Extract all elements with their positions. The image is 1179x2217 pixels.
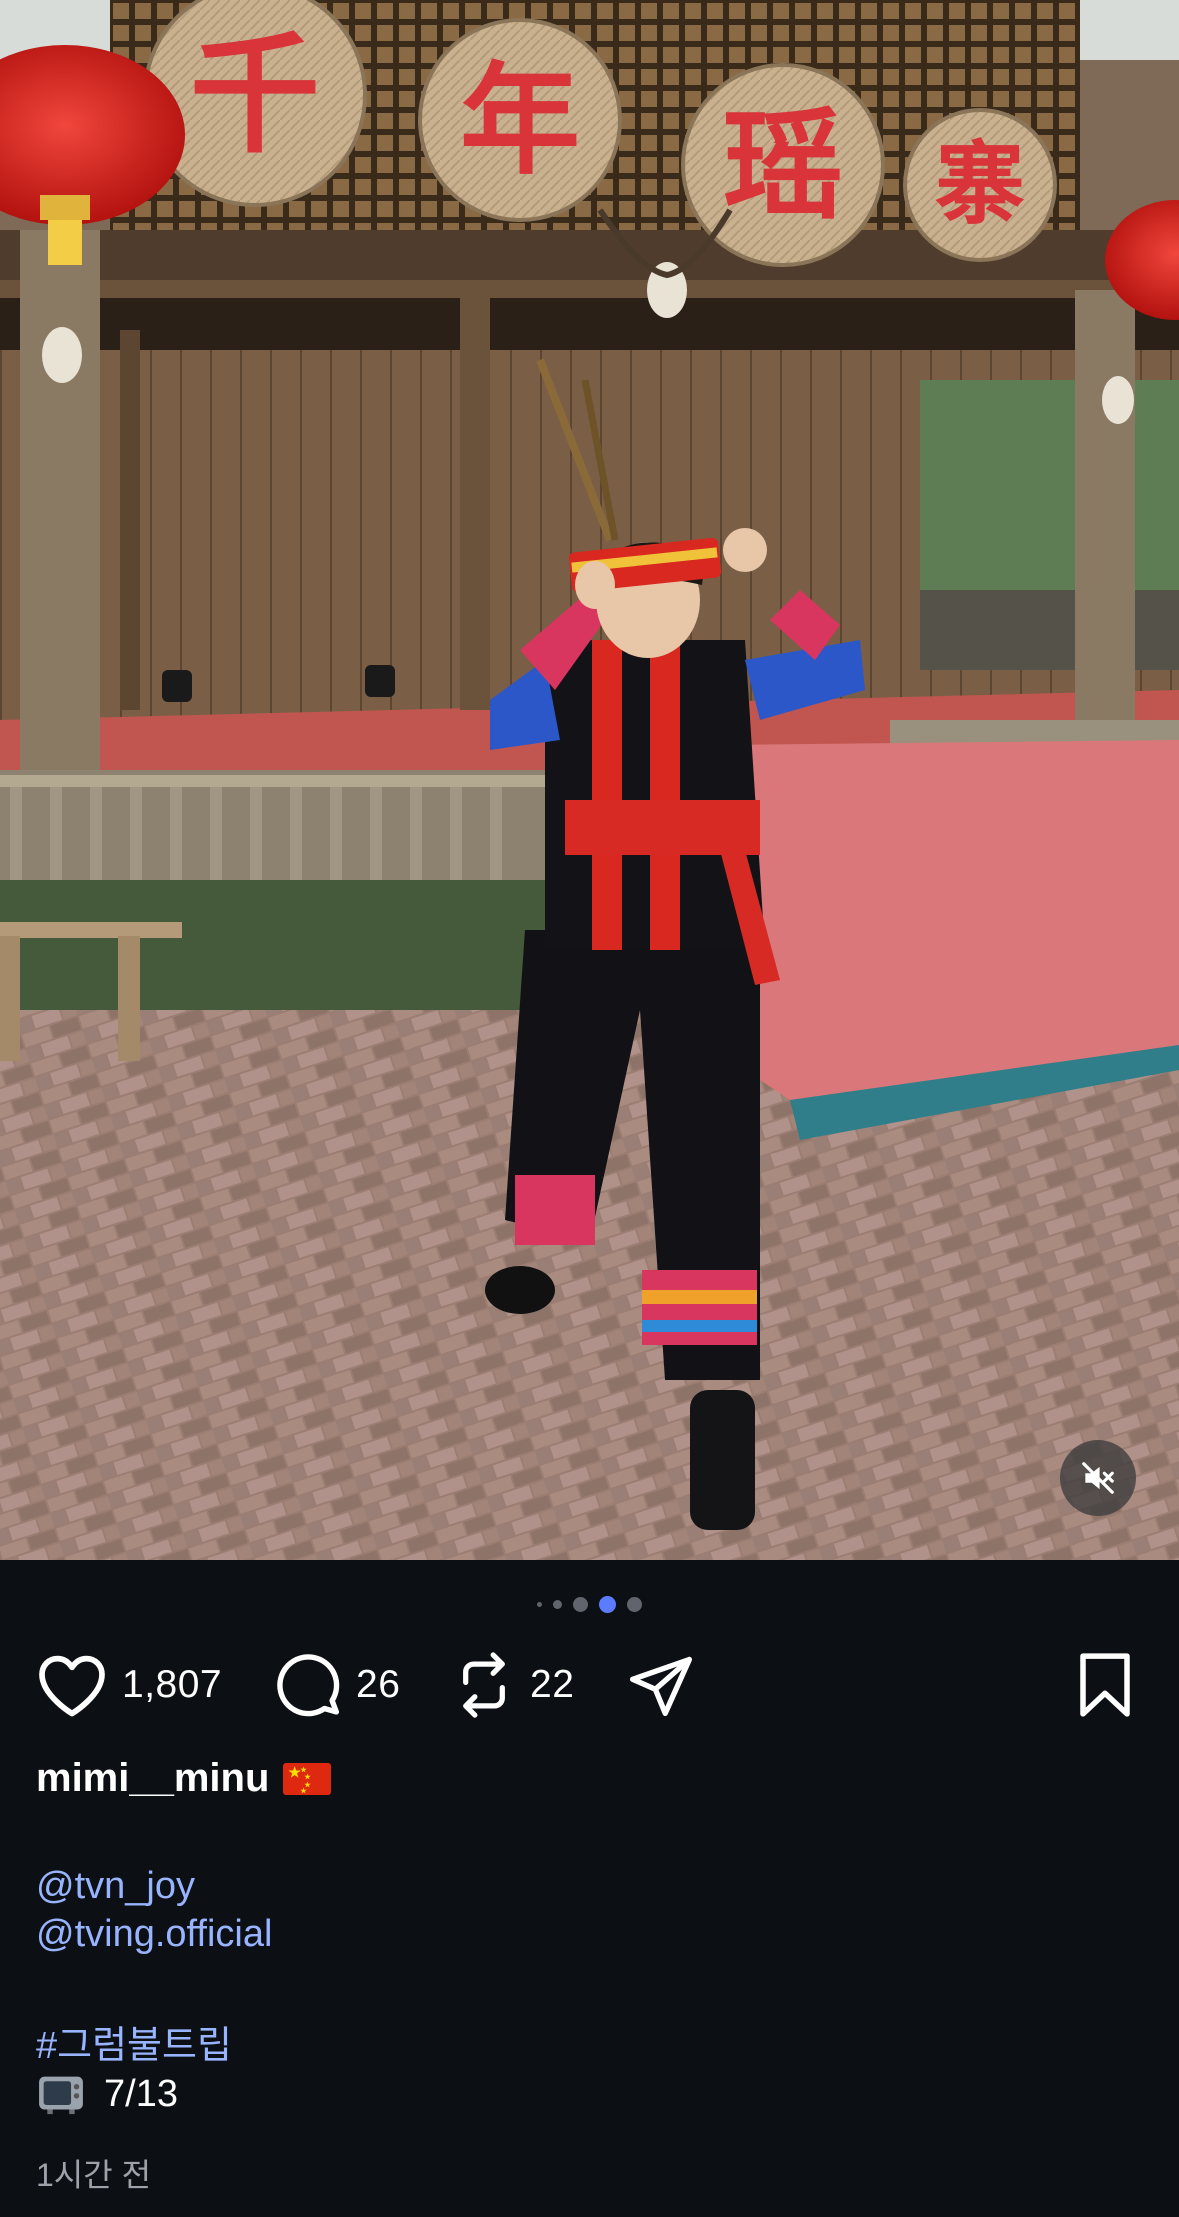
sign-char-1: 千: [190, 18, 320, 171]
repost-button[interactable]: 22: [452, 1648, 574, 1722]
post-media-photo[interactable]: 千 年 瑶 寨: [0, 0, 1179, 1560]
mention-tvn-joy[interactable]: @tvn_joy: [36, 1862, 272, 1910]
speaker-muted-icon: [1082, 1462, 1114, 1494]
heart-icon: [39, 1655, 105, 1717]
carousel-dot-5: [627, 1596, 642, 1612]
caption-date-line: 7/13: [36, 2070, 232, 2118]
mention-tving-official[interactable]: @tving.official: [36, 1910, 272, 1958]
post-author[interactable]: mimi__minu ★ ★ ★ ★ ★: [36, 1756, 332, 1801]
like-count: 1,807: [122, 1663, 223, 1706]
photo-scene: 千 年 瑶 寨: [0, 0, 1179, 1560]
carousel-indicator: [0, 1592, 1179, 1616]
television-emoji: [39, 2076, 83, 2115]
bookmark-icon: [1080, 1653, 1130, 1717]
caption-date: 7/13: [104, 2073, 178, 2115]
sign-char-4: 寨: [935, 131, 1025, 237]
china-flag-emoji: ★ ★ ★ ★ ★: [283, 1762, 332, 1795]
repost-icon: [463, 1652, 505, 1718]
hashtag-link[interactable]: #그럼불트립: [36, 2022, 232, 2070]
carousel-dot-1: [537, 1601, 542, 1607]
caption-mentions: @tvn_joy @tving.official: [36, 1862, 272, 1958]
username[interactable]: mimi__minu: [36, 1756, 269, 1801]
mute-toggle-button[interactable]: [1060, 1440, 1136, 1516]
save-button[interactable]: [1076, 1648, 1134, 1722]
repost-count: 22: [530, 1663, 575, 1706]
sign-char-2: 年: [460, 50, 580, 191]
comment-bubble-icon: [277, 1654, 340, 1717]
carousel-dot-3: [573, 1596, 588, 1612]
sign-char-3: 瑶: [723, 95, 843, 236]
carousel-dot-4-active: [599, 1595, 616, 1613]
caption-body: #그럼불트립 7/13: [36, 2022, 232, 2118]
share-button[interactable]: [626, 1648, 696, 1722]
carousel-dot-2: [553, 1599, 562, 1609]
comment-button[interactable]: 26: [274, 1648, 400, 1722]
comment-count: 26: [356, 1663, 401, 1706]
post-actions: 1,807 26 22: [36, 1648, 1143, 1722]
like-button[interactable]: 1,807: [36, 1648, 222, 1722]
post-timestamp: 1시간 전: [36, 2157, 152, 2193]
send-icon: [629, 1656, 693, 1717]
